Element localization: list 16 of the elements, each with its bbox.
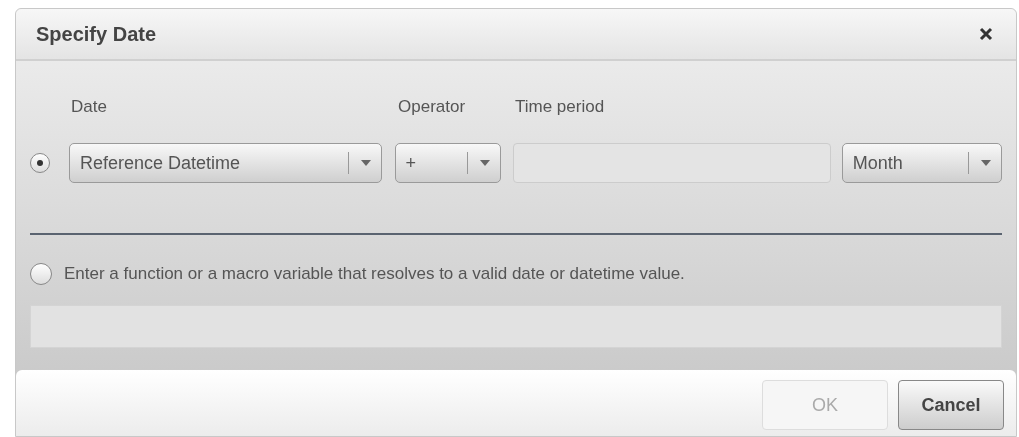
dialog-title: Specify Date [36, 22, 157, 47]
field-label: Date [71, 96, 108, 119]
caret-icon [480, 160, 491, 166]
operator-dropdown[interactable]: + [394, 143, 502, 183]
caret-icon [981, 160, 991, 166]
close-icon [979, 27, 993, 41]
radio-button[interactable] [30, 262, 52, 285]
field-label: Time period [515, 96, 605, 119]
date-dropdown[interactable]: Reference Datetime [68, 143, 382, 183]
field-label: Operator [398, 96, 467, 119]
unit-dropdown[interactable]: Month [841, 143, 1002, 183]
time-period-field[interactable] [513, 143, 831, 183]
caret-icon [360, 160, 371, 166]
radio-button[interactable] [30, 153, 50, 173]
cancel-button[interactable]: Cancel [898, 380, 1004, 430]
option-label: Enter a function or a macro variable that resolves to a valid date or datetime value. [64, 263, 685, 285]
